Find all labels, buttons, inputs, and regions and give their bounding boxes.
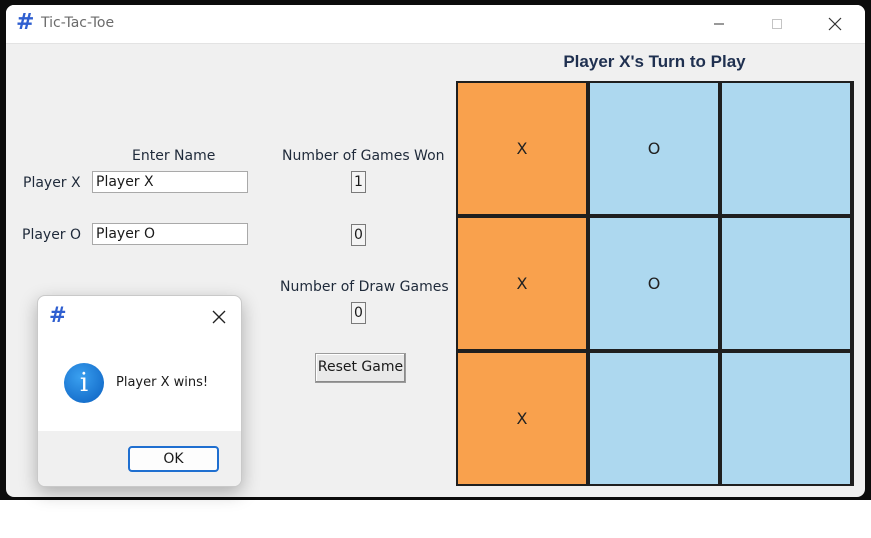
reset-game-button[interactable]: Reset Game <box>315 353 406 383</box>
board-cell-0-0[interactable]: X <box>456 81 588 216</box>
board-cell-0-2[interactable] <box>720 81 852 216</box>
board-cell-mark: X <box>516 139 528 158</box>
close-icon <box>212 310 226 324</box>
title-bar: # Tic-Tac-Toe <box>6 5 865 44</box>
board-cell-2-2[interactable] <box>720 351 852 486</box>
info-icon: i <box>64 363 104 403</box>
board-cell-1-2[interactable] <box>720 216 852 351</box>
close-button[interactable] <box>812 5 858 43</box>
minimize-icon <box>714 23 724 25</box>
game-board: X O X O X <box>456 81 854 486</box>
board-cell-fill <box>590 353 718 484</box>
player-x-label: Player X <box>23 175 81 191</box>
board-cell-mark: O <box>647 139 661 158</box>
board-cell-mark: X <box>516 409 528 428</box>
maximize-button[interactable] <box>754 5 800 43</box>
board-cell-2-0[interactable]: X <box>456 351 588 486</box>
draw-games-label: Number of Draw Games <box>280 279 449 295</box>
dialog-footer: OK <box>38 431 241 486</box>
board-cell-fill <box>722 353 850 484</box>
player-x-wins-count: 1 <box>351 171 366 193</box>
message-dialog: # i Player X wins! OK <box>37 295 242 487</box>
draw-games-count: 0 <box>351 302 366 324</box>
board-cell-fill <box>722 218 850 349</box>
close-icon <box>828 17 842 31</box>
maximize-icon <box>772 19 782 29</box>
hash-icon: # <box>49 303 67 327</box>
board-cell-fill <box>722 83 850 214</box>
player-o-name-input[interactable]: Player O <box>92 223 248 245</box>
player-o-label: Player O <box>22 227 82 243</box>
dialog-close-button[interactable] <box>206 304 232 330</box>
board-cell-1-1[interactable]: O <box>588 216 720 351</box>
enter-name-label: Enter Name <box>132 148 216 164</box>
board-cell-mark: O <box>647 274 661 293</box>
board-cell-mark: X <box>516 274 528 293</box>
window-title: Tic-Tac-Toe <box>41 15 115 31</box>
board-cell-0-1[interactable]: O <box>588 81 720 216</box>
ok-button[interactable]: OK <box>128 446 219 472</box>
minimize-button[interactable] <box>696 5 742 43</box>
turn-label: Player X's Turn to Play <box>563 52 746 71</box>
board-cell-2-1[interactable] <box>588 351 720 486</box>
player-x-name-input[interactable]: Player X <box>92 171 248 193</box>
dialog-message: Player X wins! <box>116 375 209 390</box>
hash-icon: # <box>16 10 35 35</box>
games-won-label: Number of Games Won <box>282 148 445 164</box>
player-o-wins-count: 0 <box>351 224 366 246</box>
board-cell-1-0[interactable]: X <box>456 216 588 351</box>
